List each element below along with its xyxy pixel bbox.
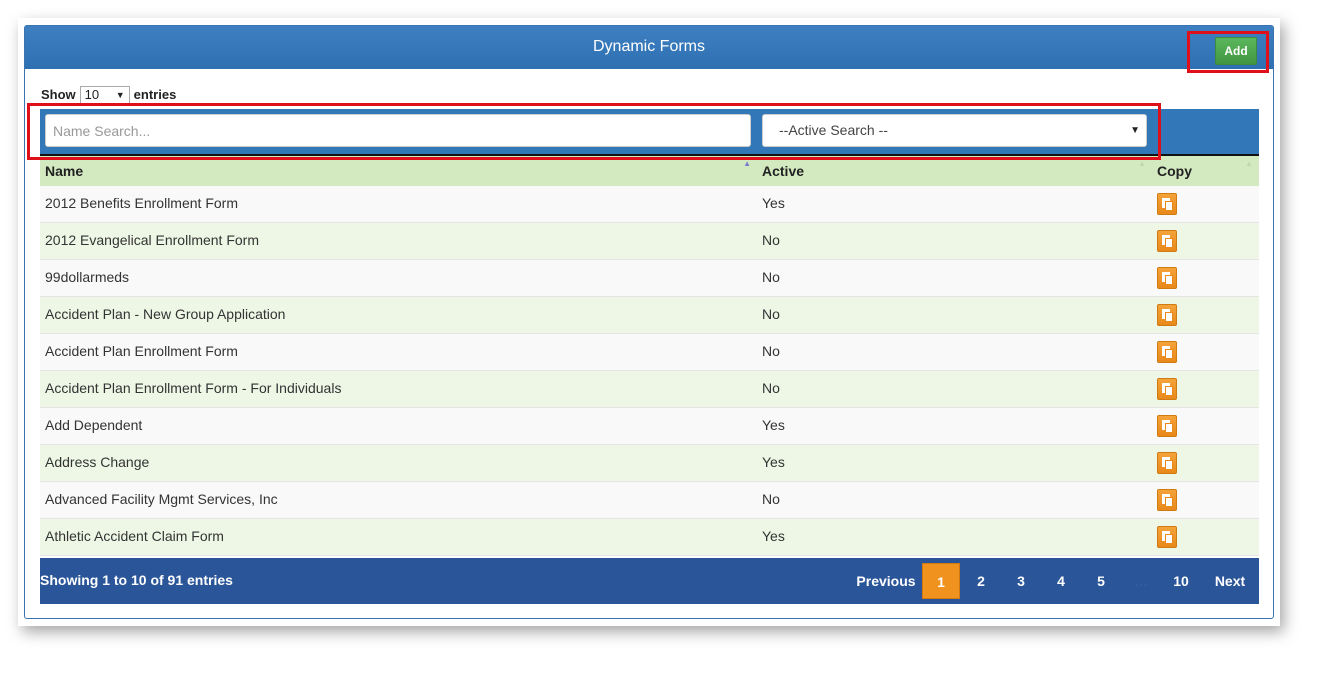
table-row: Add Dependent Yes: [40, 408, 1259, 445]
row-name: Accident Plan - New Group Application: [45, 306, 286, 322]
column-header-copy[interactable]: Copy ▲: [1152, 156, 1259, 186]
copy-icon[interactable]: [1157, 415, 1177, 437]
row-active: No: [762, 491, 780, 507]
row-active: Yes: [762, 417, 785, 433]
row-name: Accident Plan Enrollment Form: [45, 343, 238, 359]
row-active: No: [762, 380, 780, 396]
dynamic-forms-panel: Dynamic Forms Add Show 10 ▼ entries --Ac…: [24, 25, 1274, 619]
row-active: No: [762, 306, 780, 322]
caret-down-icon: ▼: [1130, 125, 1140, 136]
copy-icon[interactable]: [1157, 230, 1177, 252]
column-header-active[interactable]: Active ▲: [757, 156, 1152, 186]
pagination-page-5[interactable]: 5: [1081, 563, 1121, 599]
row-active: Yes: [762, 195, 785, 211]
copy-icon[interactable]: [1157, 267, 1177, 289]
copy-icon[interactable]: [1157, 452, 1177, 474]
copy-icon[interactable]: [1157, 489, 1177, 511]
row-active: No: [762, 269, 780, 285]
page-title: Dynamic Forms: [592, 38, 705, 55]
active-search-select[interactable]: --Active Search -- ▼: [762, 114, 1147, 147]
row-active: No: [762, 343, 780, 359]
row-name: 99dollarmeds: [45, 269, 130, 285]
table-header: Name ▲ Active ▲ Copy ▲: [40, 154, 1259, 186]
pagination-previous[interactable]: Previous: [850, 563, 922, 599]
filter-bar: --Active Search -- ▼: [40, 109, 1259, 154]
panel-header: Dynamic Forms: [25, 26, 1273, 69]
table-row: Advanced Facility Mgmt Services, Inc No: [40, 482, 1259, 519]
active-search-value: --Active Search --: [779, 122, 888, 138]
entries-label: entries: [133, 87, 177, 102]
pagination-next[interactable]: Next: [1201, 563, 1259, 599]
pagination-page-10[interactable]: 10: [1161, 563, 1201, 599]
pagination-page-1[interactable]: 1: [922, 563, 960, 599]
pagination: Previous 1 2 3 4 5 … 10 Next: [850, 563, 1259, 599]
table-row: Accident Plan Enrollment Form No: [40, 334, 1259, 371]
table-row: Address Change Yes: [40, 445, 1259, 482]
row-name: 2012 Evangelical Enrollment Form: [45, 232, 259, 248]
row-name: Athletic Accident Claim Form: [45, 528, 224, 544]
sort-both-icon: ▲: [1138, 159, 1146, 168]
column-header-name[interactable]: Name ▲: [40, 156, 757, 186]
copy-icon[interactable]: [1157, 341, 1177, 363]
entries-length-control: Show 10 ▼ entries: [41, 85, 176, 105]
row-name: 2012 Benefits Enrollment Form: [45, 195, 238, 211]
forms-table: Name ▲ Active ▲ Copy ▲ 2012 Benefits Enr…: [40, 154, 1259, 556]
row-active: Yes: [762, 528, 785, 544]
row-name: Add Dependent: [45, 417, 143, 433]
table-info: Showing 1 to 10 of 91 entries: [40, 572, 233, 588]
copy-icon[interactable]: [1157, 304, 1177, 326]
copy-icon[interactable]: [1157, 378, 1177, 400]
entries-length-value: 10: [84, 87, 100, 102]
copy-icon[interactable]: [1157, 193, 1177, 215]
table-row: Athletic Accident Claim Form Yes: [40, 519, 1259, 556]
show-label: Show: [41, 87, 76, 102]
table-row: 99dollarmeds No: [40, 260, 1259, 297]
table-row: 2012 Evangelical Enrollment Form No: [40, 223, 1259, 260]
table-row: 2012 Benefits Enrollment Form Yes: [40, 186, 1259, 223]
pagination-page-3[interactable]: 3: [1001, 563, 1041, 599]
add-button[interactable]: Add: [1215, 37, 1257, 65]
pagination-page-4[interactable]: 4: [1041, 563, 1081, 599]
name-search-input[interactable]: [45, 114, 751, 147]
row-name: Accident Plan Enrollment Form - For Indi…: [45, 380, 342, 396]
table-row: Accident Plan Enrollment Form - For Indi…: [40, 371, 1259, 408]
row-active: Yes: [762, 454, 785, 470]
sort-both-icon: ▲: [1245, 159, 1253, 168]
copy-icon[interactable]: [1157, 526, 1177, 548]
pagination-ellipsis: …: [1134, 573, 1148, 589]
pagination-page-2[interactable]: 2: [961, 563, 1001, 599]
sort-asc-icon: ▲: [743, 159, 751, 168]
row-name: Advanced Facility Mgmt Services, Inc: [45, 491, 278, 507]
table-footer: Showing 1 to 10 of 91 entries Previous 1…: [40, 558, 1259, 604]
caret-down-icon: ▼: [115, 90, 125, 100]
row-name: Address Change: [45, 454, 150, 470]
table-row: Accident Plan - New Group Application No: [40, 297, 1259, 334]
entries-length-select[interactable]: 10 ▼: [79, 86, 130, 104]
row-active: No: [762, 232, 780, 248]
